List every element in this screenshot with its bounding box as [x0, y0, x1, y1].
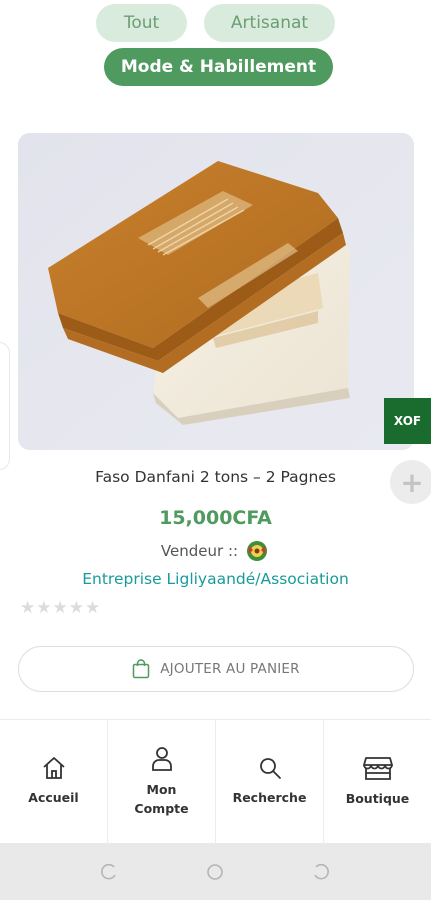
- bottom-navigation: Accueil Mon Compte Recherche Boutique: [0, 719, 431, 843]
- nav-label-mon-compte: Mon Compte: [134, 781, 189, 816]
- store-icon: [362, 757, 393, 780]
- nav-item-accueil[interactable]: Accueil: [0, 720, 108, 843]
- back-icon[interactable]: [312, 863, 330, 881]
- add-to-cart-label: AJOUTER AU PANIER: [160, 661, 300, 677]
- star-icon: ★: [68, 598, 84, 618]
- category-chip-artisanat[interactable]: Artisanat: [204, 4, 335, 42]
- product-price: 15,000CFA: [159, 507, 272, 529]
- home-button-icon[interactable]: [206, 863, 224, 881]
- nav-label-boutique: Boutique: [345, 791, 410, 806]
- category-chip-tout[interactable]: Tout: [96, 4, 187, 42]
- vendor-name-link[interactable]: Entreprise Ligliyaandé/Association: [0, 570, 431, 588]
- nav-item-boutique[interactable]: Boutique: [324, 720, 431, 843]
- vendor-logo-icon[interactable]: [244, 540, 270, 562]
- category-chip-mode-habillement[interactable]: Mode & Habillement: [104, 48, 333, 86]
- user-icon: [151, 746, 172, 771]
- product-image[interactable]: [18, 133, 414, 450]
- android-navigation-bar: [0, 843, 431, 900]
- category-filter-bar: Tout Artisanat Mode & Habillement: [0, 0, 431, 95]
- nav-item-recherche[interactable]: Recherche: [216, 720, 324, 843]
- star-icon: ★: [36, 598, 52, 618]
- vendor-row: Vendeur ::: [0, 540, 431, 562]
- rating-stars: ★ ★ ★ ★ ★: [20, 599, 100, 617]
- home-icon: [42, 757, 65, 779]
- star-icon: ★: [20, 598, 36, 618]
- star-icon: ★: [52, 598, 68, 618]
- product-title[interactable]: Faso Danfani 2 tons – 2 Pagnes: [0, 468, 431, 486]
- previous-card-edge: [0, 342, 10, 470]
- recent-apps-icon[interactable]: [100, 863, 118, 881]
- shopping-bag-icon: [133, 659, 150, 679]
- nav-label-recherche: Recherche: [232, 790, 307, 805]
- star-icon: ★: [85, 598, 101, 618]
- nav-label-accueil: Accueil: [28, 790, 79, 805]
- search-icon: [259, 758, 281, 779]
- add-to-cart-button[interactable]: AJOUTER AU PANIER: [18, 646, 414, 692]
- vendor-label: Vendeur ::: [160, 542, 239, 560]
- nav-item-mon-compte[interactable]: Mon Compte: [108, 720, 216, 843]
- currency-badge[interactable]: XOF: [384, 398, 431, 444]
